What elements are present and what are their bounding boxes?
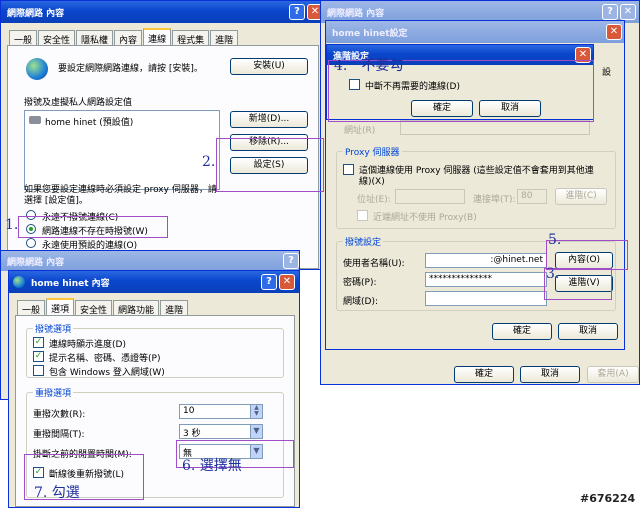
username-input[interactable]: :@hinet.net — [425, 253, 547, 268]
background-close-icon[interactable]: ✕ — [620, 4, 636, 20]
redial-attempts-value: 10 — [183, 406, 195, 416]
bypass-local-label: 近端網址不使用 Proxy(B) — [373, 213, 477, 223]
use-proxy-label-2: 線)(X) — [359, 177, 385, 187]
use-proxy-label-1: 這個連線使用 Proxy 伺服器 (這些設定值不會套用到其他連 — [359, 166, 594, 176]
lower-title: 網際網路 內容 — [7, 258, 65, 268]
watermark: #676224 — [580, 492, 636, 505]
password-input[interactable]: ************** — [425, 272, 547, 287]
dialup-section-label: 撥號及虛擬私人網路設定值 — [24, 98, 133, 108]
password-label: 密碼(P): — [343, 278, 377, 288]
help-icon[interactable]: ? — [289, 4, 305, 20]
connection-item[interactable]: home hinet (預設值) — [45, 115, 133, 128]
username-label: 使用者名稱(U): — [343, 259, 405, 269]
globe-icon — [26, 58, 48, 80]
proxy-port-input[interactable]: 80 — [517, 189, 547, 204]
redial-attempts-spinner[interactable]: 10 ▲ ▼ — [179, 404, 263, 419]
bypass-local-checkbox[interactable] — [357, 210, 368, 221]
show-progress-checkbox[interactable]: ✓ — [33, 337, 44, 348]
include-domain-checkbox[interactable] — [33, 365, 44, 376]
connection-list[interactable]: home hinet (預設值) — [24, 110, 220, 190]
properties-title: home hinet 內容 — [31, 279, 110, 289]
background-title: 網際網路 內容 — [327, 9, 385, 19]
connection-icon — [13, 276, 25, 288]
show-progress-label: 連線時顯示進度(D) — [49, 340, 126, 350]
radio-always-dial[interactable] — [26, 238, 36, 248]
domain-input[interactable] — [425, 291, 547, 306]
modem-icon — [29, 116, 41, 124]
bottom-cancel-button[interactable]: 取消 — [520, 366, 580, 383]
setup-button[interactable]: 安裝(U) — [230, 58, 308, 75]
setup-text: 要設定網際網路連線，請按 [安裝]。 — [58, 64, 203, 74]
redial-options-title: 重撥選項 — [33, 386, 74, 399]
dial-options-group: 撥號選項 ✓ 連線時顯示進度(D) ✓ 提示名稱、密碼、憑證等(P) 包含 Wi… — [26, 322, 284, 378]
add-button[interactable]: 新增(D)... — [230, 111, 308, 128]
dialup-group-title: 撥號設定 — [343, 235, 384, 248]
hinet-fragment-address: 網址(R) — [344, 126, 376, 136]
annotation-label-5: 5. — [548, 232, 562, 248]
redial-attempts-label: 重撥次數(R): — [33, 410, 86, 420]
properties-close-icon[interactable]: ✕ — [279, 274, 295, 290]
hinet-title: home hinet設定 — [332, 29, 408, 39]
hinet-ok-button[interactable]: 確定 — [492, 323, 552, 340]
hinet-close-icon[interactable]: ✕ — [606, 24, 622, 40]
annotation-label-1: 1. — [5, 217, 19, 233]
annotation-box-1 — [18, 216, 168, 238]
proxy-group-title: Proxy 伺服器 — [343, 145, 402, 158]
prompt-credentials-label: 提示名稱、密碼、憑證等(P) — [49, 354, 161, 364]
annotation-label-2: 2. — [202, 154, 216, 170]
background-help-icon[interactable]: ? — [602, 4, 618, 20]
dial-options-title: 撥號選項 — [33, 322, 74, 335]
hinet-address-field[interactable] — [400, 120, 590, 135]
lower-help-icon[interactable]: ? — [283, 253, 299, 269]
chevron-down-icon[interactable]: ▼ — [250, 425, 262, 438]
proxy-port-label: 連接埠(T): — [473, 195, 516, 205]
spinner-arrows-icon[interactable]: ▲ ▼ — [250, 405, 262, 418]
properties-help-icon[interactable]: ? — [261, 274, 277, 290]
hinet-title-bar: home hinet設定 — [326, 21, 624, 43]
bottom-ok-button[interactable]: 確定 — [454, 366, 514, 383]
title-bar: 網際網路 內容 — [1, 1, 324, 23]
lower-title-bar: 網際網路 內容 — [1, 251, 299, 271]
annotation-label-4: 4. 不要勾 — [334, 58, 404, 74]
annotation-label-6: 6. 選擇無 — [182, 458, 242, 474]
window-title: 網際網路 內容 — [7, 9, 65, 19]
redial-interval-select[interactable]: 3 秒 ▼ — [179, 424, 263, 439]
annotation-label-7: 7. 勾選 — [34, 485, 80, 501]
proxy-note-2: 選擇 [設定值]。 — [24, 196, 88, 206]
hinet-fragment-right: 設 — [602, 68, 612, 78]
hinet-cancel-button[interactable]: 取消 — [558, 323, 618, 340]
annotation-box-2 — [216, 138, 324, 192]
properties-title-bar: home hinet 內容 — [9, 271, 299, 293]
proxy-group: Proxy 伺服器 這個連線使用 Proxy 伺服器 (這些設定值不會套用到其他… — [336, 145, 616, 229]
redial-interval-label: 重撥間隔(T): — [33, 430, 85, 440]
bottom-apply-button[interactable]: 套用(A) — [587, 366, 639, 383]
proxy-advanced-button[interactable]: 進階(C) — [555, 188, 607, 205]
use-proxy-checkbox[interactable] — [343, 164, 354, 175]
redial-interval-value: 3 秒 — [183, 429, 201, 439]
proxy-address-input[interactable] — [395, 189, 465, 204]
include-domain-label: 包含 Windows 登入網域(W) — [49, 368, 165, 378]
prompt-credentials-checkbox[interactable]: ✓ — [33, 351, 44, 362]
proxy-address-label: 位址(E): — [357, 195, 391, 205]
domain-label: 網域(D): — [343, 297, 378, 307]
